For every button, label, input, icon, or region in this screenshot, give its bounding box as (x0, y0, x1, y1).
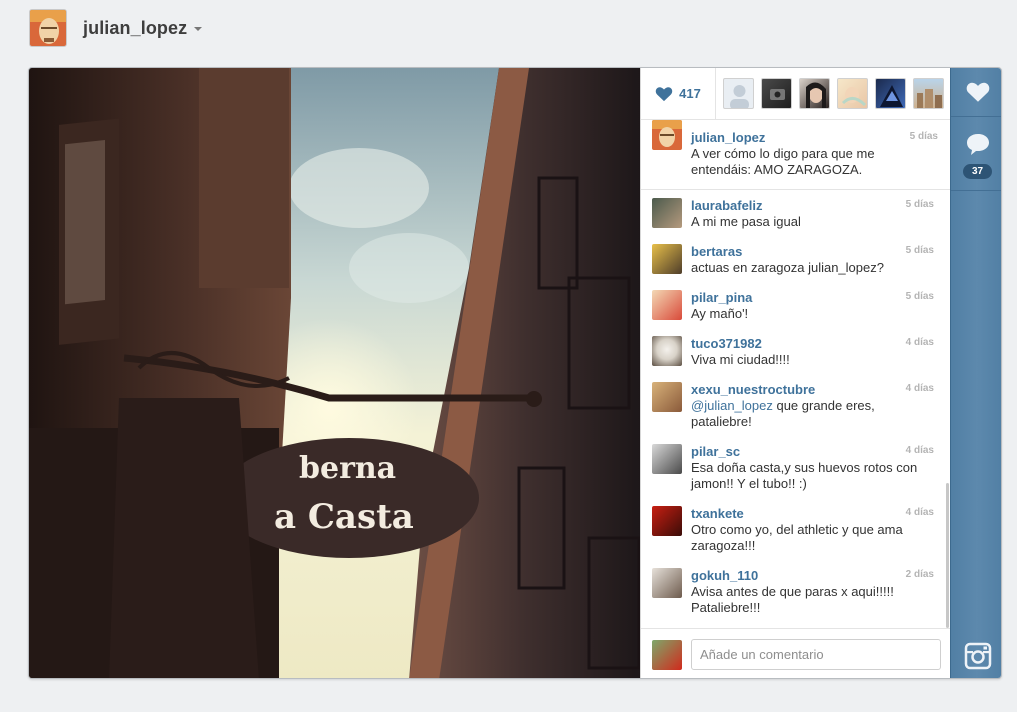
details-panel: 417 julian_lopez 5 días A ver cómo lo di… (640, 68, 951, 678)
comment-text: @julian_lopez que grande eres, pataliebr… (691, 398, 875, 429)
comment-time: 4 días (905, 445, 934, 456)
likers-list (723, 78, 944, 109)
comment-avatar[interactable] (652, 198, 682, 228)
list-item: pilar_sc 4 días Esa doña casta,y sus hue… (641, 444, 946, 492)
comment-username[interactable]: xexu_nuestroctubre (691, 382, 934, 398)
camera-icon (964, 642, 991, 670)
comment-time: 2 días (905, 569, 934, 580)
comment-input[interactable] (691, 639, 941, 670)
likes-bar: 417 (641, 68, 950, 120)
comment-username[interactable]: pilar_pina (691, 290, 934, 306)
comment-form (641, 628, 951, 678)
chevron-down-icon[interactable] (194, 27, 203, 31)
comment-text: actuas en zaragoza julian_lopez? (691, 260, 884, 275)
comment-avatar[interactable] (652, 506, 682, 536)
list-item: laurabafeliz 5 días A mi me pasa igual (641, 198, 946, 230)
likes-button[interactable]: 417 (641, 68, 716, 120)
list-item: pilar_pina 5 días Ay maño'! (641, 290, 946, 322)
comment-text: Esa doña casta,y sus huevos rotos con ja… (691, 460, 918, 491)
liker-avatar[interactable] (723, 78, 754, 109)
list-item: bertaras 5 días actuas en zaragoza julia… (641, 244, 946, 276)
heart-icon (966, 82, 989, 102)
likes-count: 417 (679, 86, 701, 101)
comment-avatar[interactable] (652, 336, 682, 366)
liker-avatar[interactable] (837, 78, 868, 109)
liker-avatar[interactable] (875, 78, 906, 109)
comments-list[interactable]: laurabafeliz 5 días A mi me pasa igual b… (641, 191, 946, 626)
caption-time: 5 días (909, 131, 938, 142)
comment-username[interactable]: gokuh_110 (691, 568, 934, 584)
comment-text: Viva mi ciudad!!!! (691, 352, 790, 367)
comment-text: Avisa antes de que paras x aqui!!!!! Pat… (691, 584, 894, 615)
comment-username[interactable]: bertaras (691, 244, 934, 260)
comment-username[interactable]: laurabafeliz (691, 198, 934, 214)
list-item: txankete 4 días Otro como yo, del athlet… (641, 506, 946, 554)
comment-avatar[interactable] (652, 244, 682, 274)
rail-divider (951, 190, 1001, 191)
caption-avatar[interactable] (652, 120, 682, 150)
post-caption: julian_lopez 5 días A ver cómo lo digo p… (641, 120, 950, 190)
comment-username[interactable]: txankete (691, 506, 934, 522)
like-button[interactable] (951, 68, 1001, 116)
speech-bubble-icon (966, 134, 989, 155)
comment-text: Ay maño'! (691, 306, 749, 321)
list-item: xexu_nuestroctubre 4 días @julian_lopez … (641, 382, 946, 430)
comment-text: Otro como yo, del athletic y que ama zar… (691, 522, 903, 553)
comment-mention-link[interactable]: @julian_lopez (691, 398, 773, 413)
rail-divider (951, 116, 1001, 117)
liker-avatar[interactable] (913, 78, 944, 109)
sign-text-bottom: a Casta (274, 497, 414, 537)
comment-avatar[interactable] (652, 444, 682, 474)
profile-username[interactable]: julian_lopez (83, 18, 187, 39)
post-card: berna a Casta 417 julian_lopez 5 días A … (28, 67, 1002, 679)
comments-scrollbar[interactable] (946, 483, 949, 628)
instagram-button[interactable] (951, 632, 1001, 678)
comment-time: 5 días (905, 199, 934, 210)
comment-time: 5 días (905, 245, 934, 256)
profile-avatar[interactable] (29, 9, 67, 47)
sign-text-top: berna (299, 451, 396, 486)
profile-header: julian_lopez (29, 8, 203, 48)
comment-username[interactable]: pilar_sc (691, 444, 934, 460)
post-photo[interactable]: berna a Casta (29, 68, 640, 678)
comment-text: A mi me pasa igual (691, 214, 801, 229)
comment-avatar[interactable] (652, 290, 682, 320)
comment-avatar[interactable] (652, 568, 682, 598)
comment-username[interactable]: tuco371982 (691, 336, 934, 352)
caption-username[interactable]: julian_lopez (691, 130, 938, 146)
comment-time: 5 días (905, 291, 934, 302)
heart-icon (655, 86, 673, 101)
current-user-avatar (652, 640, 682, 670)
action-rail: 37 (950, 68, 1001, 678)
comment-count-badge: 37 (963, 164, 992, 179)
liker-avatar[interactable] (761, 78, 792, 109)
comment-time: 4 días (905, 507, 934, 518)
list-item: tuco371982 4 días Viva mi ciudad!!!! (641, 336, 946, 368)
comment-time: 4 días (905, 337, 934, 348)
list-item: gokuh_110 2 días Avisa antes de que para… (641, 568, 946, 616)
caption-text: A ver cómo lo digo para que me entendáis… (691, 146, 875, 177)
liker-avatar[interactable] (799, 78, 830, 109)
comment-avatar[interactable] (652, 382, 682, 412)
comment-button[interactable] (951, 120, 1001, 168)
comment-time: 4 días (905, 383, 934, 394)
